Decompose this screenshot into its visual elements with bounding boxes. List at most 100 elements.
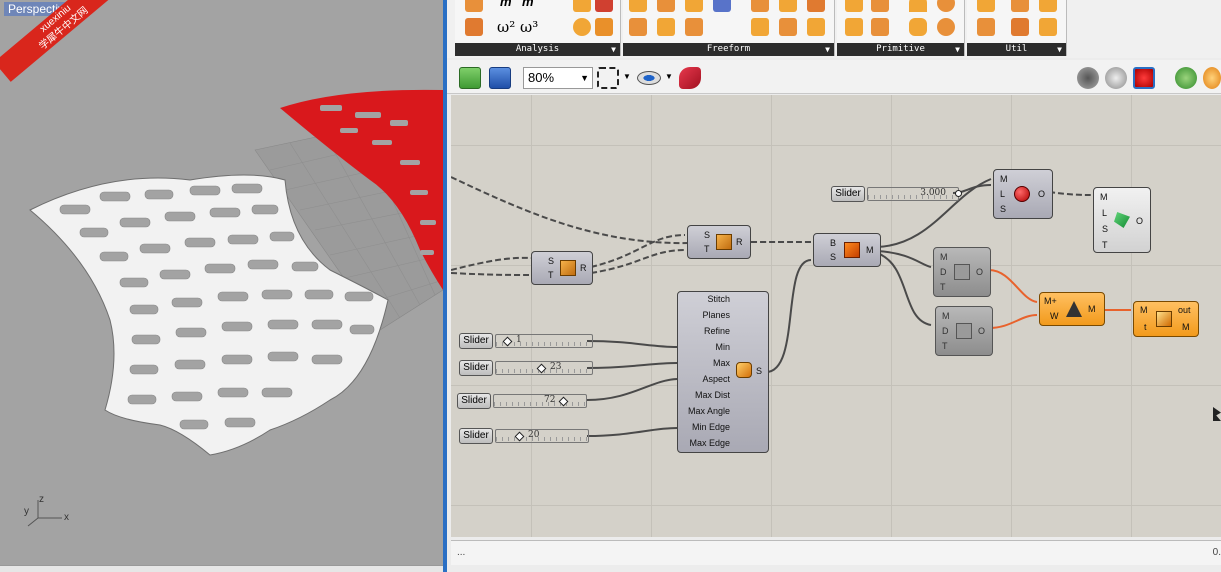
comp9-input-m[interactable]: M (1140, 305, 1148, 315)
comp5-input-l[interactable]: L (1102, 208, 1107, 218)
comp8-output-m[interactable]: M (1088, 304, 1096, 314)
comp4-input-m[interactable]: M (1000, 174, 1008, 184)
ribbon-group-util[interactable]: Util ▼ (967, 0, 1067, 56)
mesh-output-s[interactable]: S (756, 366, 762, 376)
preview-selected-icon[interactable] (1133, 67, 1155, 89)
freeform-tool-8-icon[interactable] (629, 18, 647, 36)
rhino-viewport[interactable]: Perspective xuexiniu 学犀牛中文网 z y x (0, 0, 443, 565)
slider-3-track[interactable]: 3.000 (867, 187, 959, 201)
comp2-input-t[interactable]: T (704, 244, 710, 254)
freeform-tool-5-icon[interactable] (751, 0, 769, 12)
comp7-input-t[interactable]: T (942, 341, 948, 351)
slider-3-label[interactable]: Slider (831, 186, 865, 202)
mesh-input-max-dist[interactable]: Max Dist (695, 390, 730, 400)
freeform-tool-11-icon[interactable] (751, 18, 769, 36)
analysis-tool-2-icon[interactable] (573, 0, 591, 12)
slider-min-label[interactable]: Slider (459, 333, 493, 349)
comp3-input-s[interactable]: S (830, 252, 836, 262)
comp9-output-m[interactable]: M (1182, 322, 1190, 332)
zoom-select[interactable]: 80% ▼ (523, 67, 593, 89)
preview-dropdown-icon[interactable]: ▼ (665, 72, 673, 81)
mesh-input-max[interactable]: Max (713, 358, 730, 368)
slider-aspect[interactable]: Slider 72 (457, 393, 595, 409)
comp3-output-m[interactable]: M (866, 245, 874, 255)
analysis-mass-text[interactable]: m⁻ m (500, 0, 534, 10)
mesh-input-refine[interactable]: Refine (704, 326, 730, 336)
freeform-tool-3-icon[interactable] (685, 0, 703, 12)
analysis-tool-4-icon[interactable] (465, 18, 483, 36)
grasshopper-canvas[interactable]: Slider 3.000 Slider 1 Slider 23 Slider 7… (451, 95, 1221, 537)
component-mesh-thicken[interactable]: M t out M (1133, 301, 1199, 337)
analysis-tool-3-icon[interactable] (595, 0, 613, 12)
slider-max-label[interactable]: Slider (459, 360, 493, 376)
ribbon-group-primitive[interactable]: Primitive ▼ (837, 0, 965, 56)
comp8-input-mplus[interactable]: M+ (1044, 296, 1057, 306)
comp2-output-r[interactable]: R (736, 237, 743, 247)
freeform-tool-4-icon[interactable] (713, 0, 731, 12)
mesh-input-min-edge[interactable]: Min Edge (692, 422, 730, 432)
slider-aspect-label[interactable]: Slider (457, 393, 491, 409)
component-st-r-2[interactable]: S T R (687, 225, 751, 259)
mesh-input-planes[interactable]: Planes (702, 310, 730, 320)
util-tool-6-icon[interactable] (1039, 18, 1057, 36)
comp7-output-o[interactable]: O (978, 326, 985, 336)
slider-min-track[interactable]: 1 (495, 334, 593, 348)
component-mesh-brep[interactable]: Stitch Planes Refine Min Max Aspect Max … (677, 291, 769, 453)
comp2-input-s[interactable]: S (704, 230, 710, 240)
comp4-input-l[interactable]: L (1000, 189, 1005, 199)
comp9-input-t[interactable]: t (1144, 322, 1147, 332)
analysis-tool-5-icon[interactable] (573, 18, 591, 36)
slider-max[interactable]: Slider 23 (459, 360, 597, 376)
comp5-output-o[interactable]: O (1136, 216, 1143, 226)
comp1-input-s[interactable]: S (548, 256, 554, 266)
freeform-tool-2-icon[interactable] (657, 0, 675, 12)
component-mdt-o-1[interactable]: M D T O (933, 247, 991, 297)
slider-min[interactable]: Slider 1 (459, 333, 597, 349)
mesh-input-min[interactable]: Min (715, 342, 730, 352)
freeform-expand-icon[interactable]: ▼ (825, 43, 830, 56)
primitive-tool-2-icon[interactable] (871, 0, 889, 12)
comp5-input-s[interactable]: S (1102, 224, 1108, 234)
zoom-extents-icon[interactable] (597, 67, 619, 89)
sketch-pen-icon[interactable] (679, 67, 701, 89)
slider-aspect-knob[interactable] (558, 396, 569, 407)
primitive-tool-6-icon[interactable] (871, 18, 889, 36)
component-mesh-join[interactable]: M+ W M (1039, 292, 1105, 326)
primitive-cone-icon[interactable] (909, 0, 927, 12)
component-mdt-o-2[interactable]: M D T O (935, 306, 993, 356)
component-mls-o[interactable]: M L S O (993, 169, 1053, 219)
slider-aspect-track[interactable]: 72 (493, 394, 587, 408)
comp5-input-t[interactable]: T (1102, 240, 1108, 250)
slider-3-output-grip[interactable] (955, 190, 962, 197)
comp4-output-o[interactable]: O (1038, 189, 1045, 199)
primitive-tool-8-icon[interactable] (937, 18, 955, 36)
preview-shaded-icon[interactable] (1105, 67, 1127, 89)
analysis-tool-1-icon[interactable] (465, 0, 483, 12)
comp3-input-b[interactable]: B (830, 238, 836, 248)
util-tool-1-icon[interactable] (977, 0, 995, 12)
freeform-tool-6-icon[interactable] (779, 0, 797, 12)
preview-wireframe-icon[interactable] (1077, 67, 1099, 89)
primitive-box-icon[interactable] (845, 0, 863, 12)
comp8-input-w[interactable]: W (1050, 311, 1059, 321)
comp4-input-s[interactable]: S (1000, 204, 1006, 214)
ribbon-group-freeform[interactable]: Freeform ▼ (623, 0, 835, 56)
analysis-moment-text[interactable]: ω² ω³ (497, 18, 538, 36)
freeform-tool-7-icon[interactable] (807, 0, 825, 12)
comp6-input-d[interactable]: D (940, 267, 947, 277)
save-file-icon[interactable] (489, 67, 511, 89)
util-tool-3-icon[interactable] (1039, 0, 1057, 12)
preview-mesh-icon[interactable] (1175, 67, 1197, 89)
open-file-icon[interactable] (459, 67, 481, 89)
component-mlst-o[interactable]: M L S T O (1093, 187, 1151, 253)
slider-min-edge-label[interactable]: Slider (459, 428, 493, 444)
analysis-expand-icon[interactable]: ▼ (611, 43, 616, 56)
zoom-extents-dropdown-icon[interactable]: ▼ (623, 72, 631, 81)
preview-material-icon[interactable] (1203, 67, 1221, 89)
util-expand-icon[interactable]: ▼ (1057, 43, 1062, 56)
util-tool-5-icon[interactable] (1011, 18, 1029, 36)
mesh-input-max-edge[interactable]: Max Edge (689, 438, 730, 448)
comp1-input-t[interactable]: T (548, 270, 554, 280)
analysis-tool-6-icon[interactable] (595, 18, 613, 36)
comp5-input-m[interactable]: M (1100, 192, 1108, 202)
